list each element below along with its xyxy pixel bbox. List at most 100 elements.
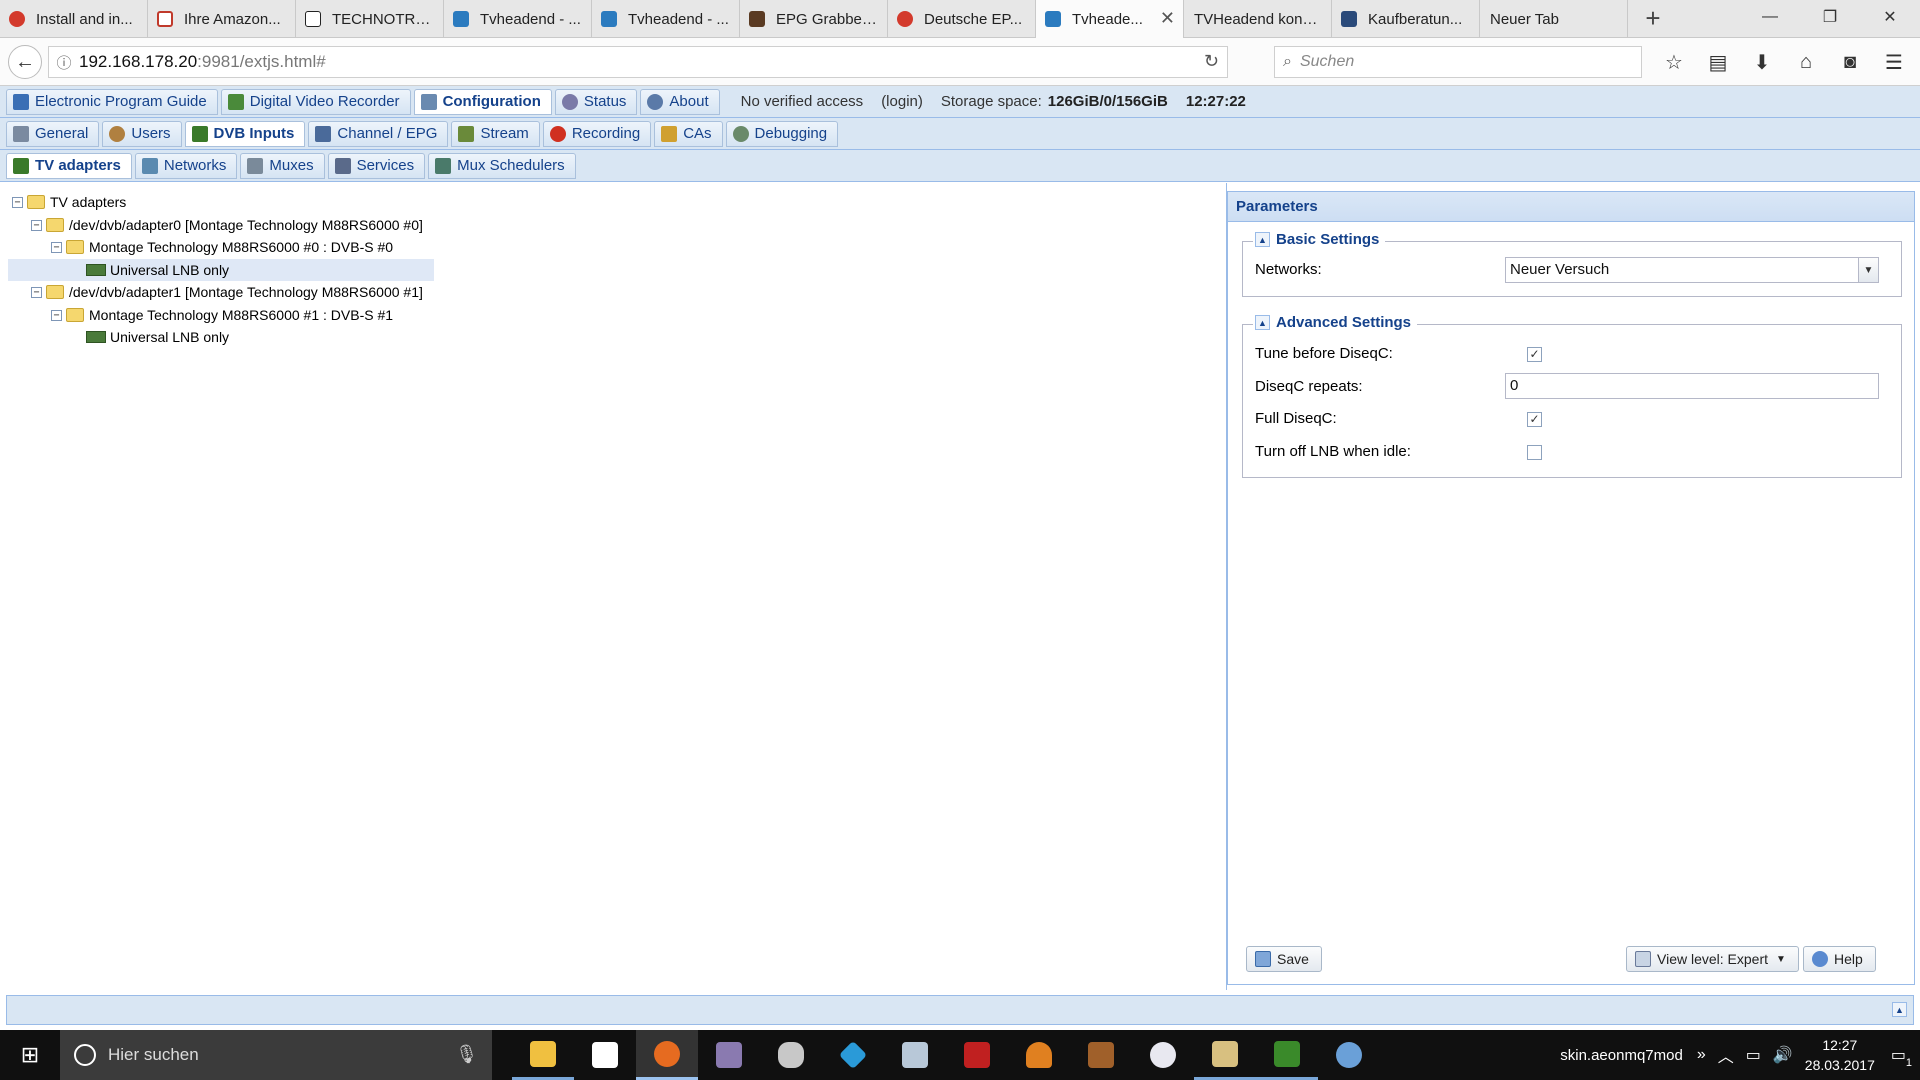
- reload-icon[interactable]: ↻: [1204, 51, 1219, 72]
- browser-tab[interactable]: Tvheadend - ...: [592, 0, 740, 38]
- green-app-icon[interactable]: [1256, 1030, 1318, 1080]
- browser-tab[interactable]: TECHNOTRE...: [296, 0, 444, 38]
- collapse-up-icon[interactable]: ▲: [1255, 315, 1270, 330]
- store-icon[interactable]: [574, 1030, 636, 1080]
- tree-node-adapter1[interactable]: −/dev/dvb/adapter1 [Montage Technology M…: [31, 281, 423, 303]
- tab-dvr[interactable]: Digital Video Recorder: [220, 88, 411, 115]
- tab-about[interactable]: About: [640, 88, 720, 115]
- browser-tab[interactable]: TVHeadend konfi...: [1184, 0, 1332, 38]
- windows-start-icon[interactable]: ⊞: [0, 1030, 60, 1080]
- menu-icon[interactable]: ☰: [1872, 46, 1916, 78]
- tree-node-lnb0[interactable]: Universal LNB only: [8, 259, 434, 281]
- pocket-icon[interactable]: ◙: [1828, 46, 1872, 78]
- restore-icon[interactable]: ❐: [1800, 0, 1860, 34]
- firefox-icon[interactable]: [636, 1030, 698, 1080]
- info-icon[interactable]: ⓘ: [49, 52, 79, 73]
- browser-tab[interactable]: EPG Grabber...: [740, 0, 888, 38]
- minimize-icon[interactable]: —: [1740, 0, 1800, 34]
- browser-tab[interactable]: Install and in...: [0, 0, 148, 38]
- browser-tab[interactable]: Kaufberatun...: [1332, 0, 1480, 38]
- browser-tab[interactable]: Deutsche EP...: [888, 0, 1036, 38]
- tab-general[interactable]: General: [6, 120, 100, 147]
- key-icon: [661, 125, 678, 142]
- login-link[interactable]: (login): [881, 93, 923, 110]
- collapse-up-icon[interactable]: ▲: [1255, 232, 1270, 247]
- paint-app-icon[interactable]: [1318, 1030, 1380, 1080]
- save-button[interactable]: Save: [1246, 946, 1322, 972]
- browser-search-input[interactable]: ⌕ Suchen: [1274, 46, 1642, 78]
- tab-stream[interactable]: Stream: [451, 120, 540, 147]
- back-button[interactable]: ←: [8, 45, 42, 79]
- tune-before-diseqc-checkbox[interactable]: ✓: [1527, 347, 1542, 362]
- tab-debugging[interactable]: Debugging: [725, 120, 839, 147]
- music-app-icon[interactable]: [698, 1030, 760, 1080]
- collapse-toggle-icon[interactable]: −: [51, 241, 62, 253]
- database-icon[interactable]: [760, 1030, 822, 1080]
- chevron-down-icon[interactable]: ▼: [1858, 258, 1878, 282]
- help-button[interactable]: Help: [1803, 946, 1876, 972]
- taskbar-clock[interactable]: 12:27 28.03.2017: [1805, 1035, 1875, 1075]
- tab-channel-epg[interactable]: Channel / EPG: [308, 120, 449, 147]
- tree-node-frontend0[interactable]: − Montage Technology M88RS6000 #0 : DVB-S…: [51, 236, 393, 258]
- microphone-icon[interactable]: 🎙: [455, 1044, 478, 1065]
- scheduler-icon: [435, 157, 452, 174]
- kodi-icon[interactable]: [822, 1030, 884, 1080]
- browser-tab[interactable]: Neuer Tab: [1480, 0, 1628, 38]
- networks-combo[interactable]: Neuer Versuch ▼: [1505, 257, 1879, 283]
- view-level-button[interactable]: View level: Expert ▼: [1626, 946, 1799, 972]
- overflow-chevron-icon[interactable]: »: [1697, 1046, 1706, 1064]
- networks-label: Networks:: [1255, 261, 1322, 278]
- diseqc-repeats-input[interactable]: 0: [1505, 373, 1879, 399]
- tray-up-icon[interactable]: ︿: [1718, 1043, 1734, 1067]
- collapse-toggle-icon[interactable]: −: [31, 219, 42, 231]
- tab-dvb-inputs[interactable]: DVB Inputs: [184, 120, 306, 147]
- filezilla-icon[interactable]: [946, 1030, 1008, 1080]
- turn-off-lnb-checkbox[interactable]: [1527, 445, 1542, 460]
- close-window-icon[interactable]: ✕: [1860, 0, 1920, 34]
- disc-icon[interactable]: [1132, 1030, 1194, 1080]
- tab-services[interactable]: Services: [327, 152, 426, 179]
- tab-configuration[interactable]: Configuration: [413, 88, 552, 115]
- browser-tab[interactable]: Tvheadend - ...: [444, 0, 592, 38]
- browser-tab-active[interactable]: Tvheade... ✕: [1036, 0, 1184, 39]
- collapse-toggle-icon[interactable]: −: [12, 196, 23, 208]
- reading-list-icon[interactable]: ▤: [1696, 46, 1740, 78]
- bookmark-star-icon[interactable]: ☆: [1652, 46, 1696, 78]
- collapse-toggle-icon[interactable]: −: [31, 286, 42, 298]
- tab-muxes[interactable]: Muxes: [240, 152, 325, 179]
- url-bar[interactable]: ⓘ 192.168.178.20:9981/extjs.html# ↻: [48, 46, 1228, 78]
- full-diseqc-checkbox[interactable]: ✓: [1527, 412, 1542, 427]
- basic-settings-legend[interactable]: ▲ Basic Settings: [1253, 231, 1386, 248]
- expand-up-icon[interactable]: ▲: [1892, 1002, 1907, 1017]
- tab-epg[interactable]: Electronic Program Guide: [6, 88, 218, 115]
- dvb-card-icon: [191, 125, 208, 142]
- tab-users[interactable]: Users: [102, 120, 182, 147]
- new-tab-button[interactable]: +: [1628, 0, 1678, 37]
- browser-tab[interactable]: Ihre Amazon...: [148, 0, 296, 38]
- printer-app-icon[interactable]: [884, 1030, 946, 1080]
- tab-status[interactable]: Status: [554, 88, 638, 115]
- deer-app-icon[interactable]: [1070, 1030, 1132, 1080]
- tvheadend-icon: [453, 11, 469, 27]
- home-icon[interactable]: ⌂: [1784, 46, 1828, 78]
- tree-node-adapter0[interactable]: −/dev/dvb/adapter0 [Montage Technology M…: [31, 214, 423, 236]
- volume-icon[interactable]: 🔊: [1773, 1045, 1793, 1065]
- file-explorer-icon[interactable]: [512, 1030, 574, 1080]
- network-icon[interactable]: ▭: [1746, 1045, 1761, 1065]
- tab-networks[interactable]: Networks: [134, 152, 238, 179]
- tool-app-icon[interactable]: [1194, 1030, 1256, 1080]
- notification-icon[interactable]: ▭ 1: [1891, 1045, 1912, 1069]
- tree-node-lnb1[interactable]: Universal LNB only: [86, 326, 229, 348]
- close-tab-icon[interactable]: ✕: [1160, 8, 1175, 29]
- tree-node-root[interactable]: − TV adapters: [12, 191, 126, 213]
- tree-node-frontend1[interactable]: − Montage Technology M88RS6000 #1 : DVB-S…: [51, 304, 393, 326]
- advanced-settings-legend[interactable]: ▲ Advanced Settings: [1253, 314, 1418, 331]
- tab-cas[interactable]: CAs: [654, 120, 723, 147]
- tab-tv-adapters[interactable]: TV adapters: [6, 152, 132, 179]
- taskbar-search-input[interactable]: Hier suchen 🎙: [60, 1030, 492, 1080]
- vlc-like-icon[interactable]: [1008, 1030, 1070, 1080]
- download-icon[interactable]: ⬇: [1740, 46, 1784, 78]
- tab-recording[interactable]: Recording: [542, 120, 652, 147]
- collapse-toggle-icon[interactable]: −: [51, 309, 62, 321]
- tab-mux-schedulers[interactable]: Mux Schedulers: [428, 152, 576, 179]
